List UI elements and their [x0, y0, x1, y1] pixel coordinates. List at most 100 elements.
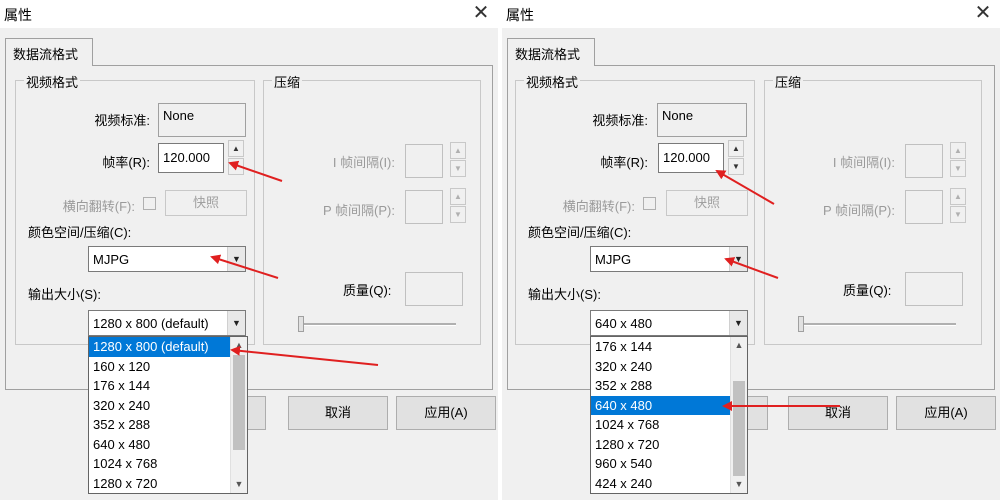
- quality-slider-track[interactable]: [298, 323, 456, 326]
- framerate-spinner[interactable]: ▲ ▼: [228, 140, 244, 176]
- window-title: 属性: [506, 7, 534, 23]
- i-frame-interval-input[interactable]: [405, 144, 443, 178]
- cancel-button[interactable]: 取消: [788, 396, 888, 430]
- output-size-label: 输出大小(S):: [528, 287, 601, 302]
- list-item[interactable]: 960 x 540: [591, 454, 732, 474]
- colorspace-value: MJPG: [595, 252, 632, 267]
- scroll-up-icon[interactable]: ▲: [731, 337, 747, 354]
- chevron-down-icon[interactable]: ▼: [227, 247, 245, 271]
- list-item-selected[interactable]: 1280 x 800 (default): [89, 337, 232, 357]
- output-size-value: 640 x 480: [595, 316, 653, 331]
- spin-up-icon[interactable]: ▲: [950, 188, 966, 205]
- window-title: 属性: [4, 7, 32, 23]
- list-item[interactable]: 160 x 120: [89, 357, 232, 377]
- title-bar: 属性 ✕: [0, 0, 498, 28]
- list-item[interactable]: 176 x 144: [591, 337, 732, 357]
- output-size-select[interactable]: 640 x 480 ▼: [590, 310, 748, 336]
- video-standard-label: 视频标准:: [94, 113, 150, 128]
- p-frame-spinner[interactable]: ▲ ▼: [950, 188, 966, 224]
- scroll-down-icon[interactable]: ▼: [231, 476, 247, 493]
- dropdown-scrollbar[interactable]: ▲ ▼: [730, 337, 747, 493]
- spin-up-icon[interactable]: ▲: [728, 140, 744, 157]
- spin-up-icon[interactable]: ▲: [450, 142, 466, 159]
- framerate-label: 帧率(R):: [102, 155, 150, 170]
- horizontal-flip-checkbox[interactable]: [643, 197, 656, 210]
- spin-down-icon[interactable]: ▼: [450, 160, 466, 177]
- chevron-down-icon[interactable]: ▼: [729, 311, 747, 335]
- list-item[interactable]: 1280 x 720: [591, 435, 732, 455]
- tab-stream-format[interactable]: 数据流格式: [5, 38, 93, 66]
- group-label: 压缩: [272, 72, 303, 91]
- quality-input[interactable]: [405, 272, 463, 306]
- snapshot-button[interactable]: 快照: [165, 190, 247, 216]
- scroll-down-icon[interactable]: ▼: [731, 476, 747, 493]
- group-label: 视频格式: [524, 72, 581, 91]
- p-frame-interval-label: P 帧间隔(P):: [823, 203, 895, 218]
- colorspace-select[interactable]: MJPG ▼: [88, 246, 246, 272]
- list-item[interactable]: 320 x 240: [89, 396, 232, 416]
- output-size-dropdown-list: 176 x 144 320 x 240 352 x 288 640 x 480 …: [590, 336, 748, 494]
- scroll-thumb[interactable]: [233, 355, 245, 450]
- cancel-button[interactable]: 取消: [288, 396, 388, 430]
- horizontal-flip-label: 横向翻转(F):: [562, 199, 635, 214]
- colorspace-value: MJPG: [93, 252, 130, 267]
- list-item[interactable]: 176 x 144: [89, 376, 232, 396]
- properties-dialog-right: 属性 ✕ 数据流格式 视频格式 视频标准: None 帧率(R): 120.00…: [502, 0, 1000, 500]
- group-label: 视频格式: [24, 72, 81, 91]
- list-item[interactable]: 352 x 288: [591, 376, 732, 396]
- horizontal-flip-checkbox[interactable]: [143, 197, 156, 210]
- quality-slider-track[interactable]: [798, 323, 956, 326]
- colorspace-select[interactable]: MJPG ▼: [590, 246, 748, 272]
- quality-input[interactable]: [905, 272, 963, 306]
- output-size-label: 输出大小(S):: [28, 287, 101, 302]
- list-item[interactable]: 320 x 240: [591, 357, 732, 377]
- video-standard-value: None: [657, 103, 747, 137]
- i-frame-spinner[interactable]: ▲ ▼: [950, 142, 966, 178]
- framerate-spinner[interactable]: ▲ ▼: [728, 140, 744, 176]
- dropdown-scrollbar[interactable]: ▲ ▼: [230, 337, 247, 493]
- spin-down-icon[interactable]: ▼: [728, 158, 744, 175]
- scroll-thumb[interactable]: [733, 381, 745, 476]
- video-standard-label: 视频标准:: [592, 113, 648, 128]
- horizontal-flip-label: 横向翻转(F):: [62, 199, 135, 214]
- spin-down-icon[interactable]: ▼: [950, 206, 966, 223]
- video-standard-value: None: [158, 103, 246, 137]
- spin-up-icon[interactable]: ▲: [228, 140, 244, 157]
- colorspace-label: 颜色空间/压缩(C):: [28, 225, 132, 240]
- tab-stream-format[interactable]: 数据流格式: [507, 38, 595, 66]
- list-item-selected[interactable]: 640 x 480: [591, 395, 732, 415]
- i-frame-interval-label: I 帧间隔(I):: [832, 155, 895, 170]
- p-frame-interval-input[interactable]: [905, 190, 943, 224]
- apply-button[interactable]: 应用(A): [896, 396, 996, 430]
- i-frame-interval-input[interactable]: [905, 144, 943, 178]
- list-item[interactable]: 1280 x 720: [89, 474, 232, 494]
- spin-down-icon[interactable]: ▼: [228, 158, 244, 175]
- list-item[interactable]: 1024 x 768: [591, 415, 732, 435]
- framerate-input[interactable]: 120.000: [158, 143, 224, 173]
- spin-down-icon[interactable]: ▼: [950, 160, 966, 177]
- tab-label: 数据流格式: [515, 47, 581, 62]
- list-item[interactable]: 640 x 480: [89, 435, 232, 455]
- scroll-up-icon[interactable]: ▲: [231, 337, 247, 354]
- list-item[interactable]: 424 x 240: [591, 474, 732, 494]
- snapshot-button[interactable]: 快照: [666, 190, 748, 216]
- i-frame-interval-label: I 帧间隔(I):: [332, 155, 395, 170]
- quality-label: 质量(Q):: [843, 283, 892, 298]
- p-frame-interval-input[interactable]: [405, 190, 443, 224]
- spin-up-icon[interactable]: ▲: [450, 188, 466, 205]
- p-frame-spinner[interactable]: ▲ ▼: [450, 188, 466, 224]
- chevron-down-icon[interactable]: ▼: [729, 247, 747, 271]
- output-size-select[interactable]: 1280 x 800 (default) ▼: [88, 310, 246, 336]
- framerate-input[interactable]: 120.000: [658, 143, 724, 173]
- list-item[interactable]: 1024 x 768: [89, 454, 232, 474]
- list-item[interactable]: 352 x 288: [89, 415, 232, 435]
- i-frame-spinner[interactable]: ▲ ▼: [450, 142, 466, 178]
- spin-up-icon[interactable]: ▲: [950, 142, 966, 159]
- chevron-down-icon[interactable]: ▼: [227, 311, 245, 335]
- quality-slider-thumb[interactable]: [298, 316, 304, 332]
- spin-down-icon[interactable]: ▼: [450, 206, 466, 223]
- close-icon[interactable]: ✕: [470, 2, 492, 24]
- apply-button[interactable]: 应用(A): [396, 396, 496, 430]
- close-icon[interactable]: ✕: [972, 2, 994, 24]
- quality-slider-thumb[interactable]: [798, 316, 804, 332]
